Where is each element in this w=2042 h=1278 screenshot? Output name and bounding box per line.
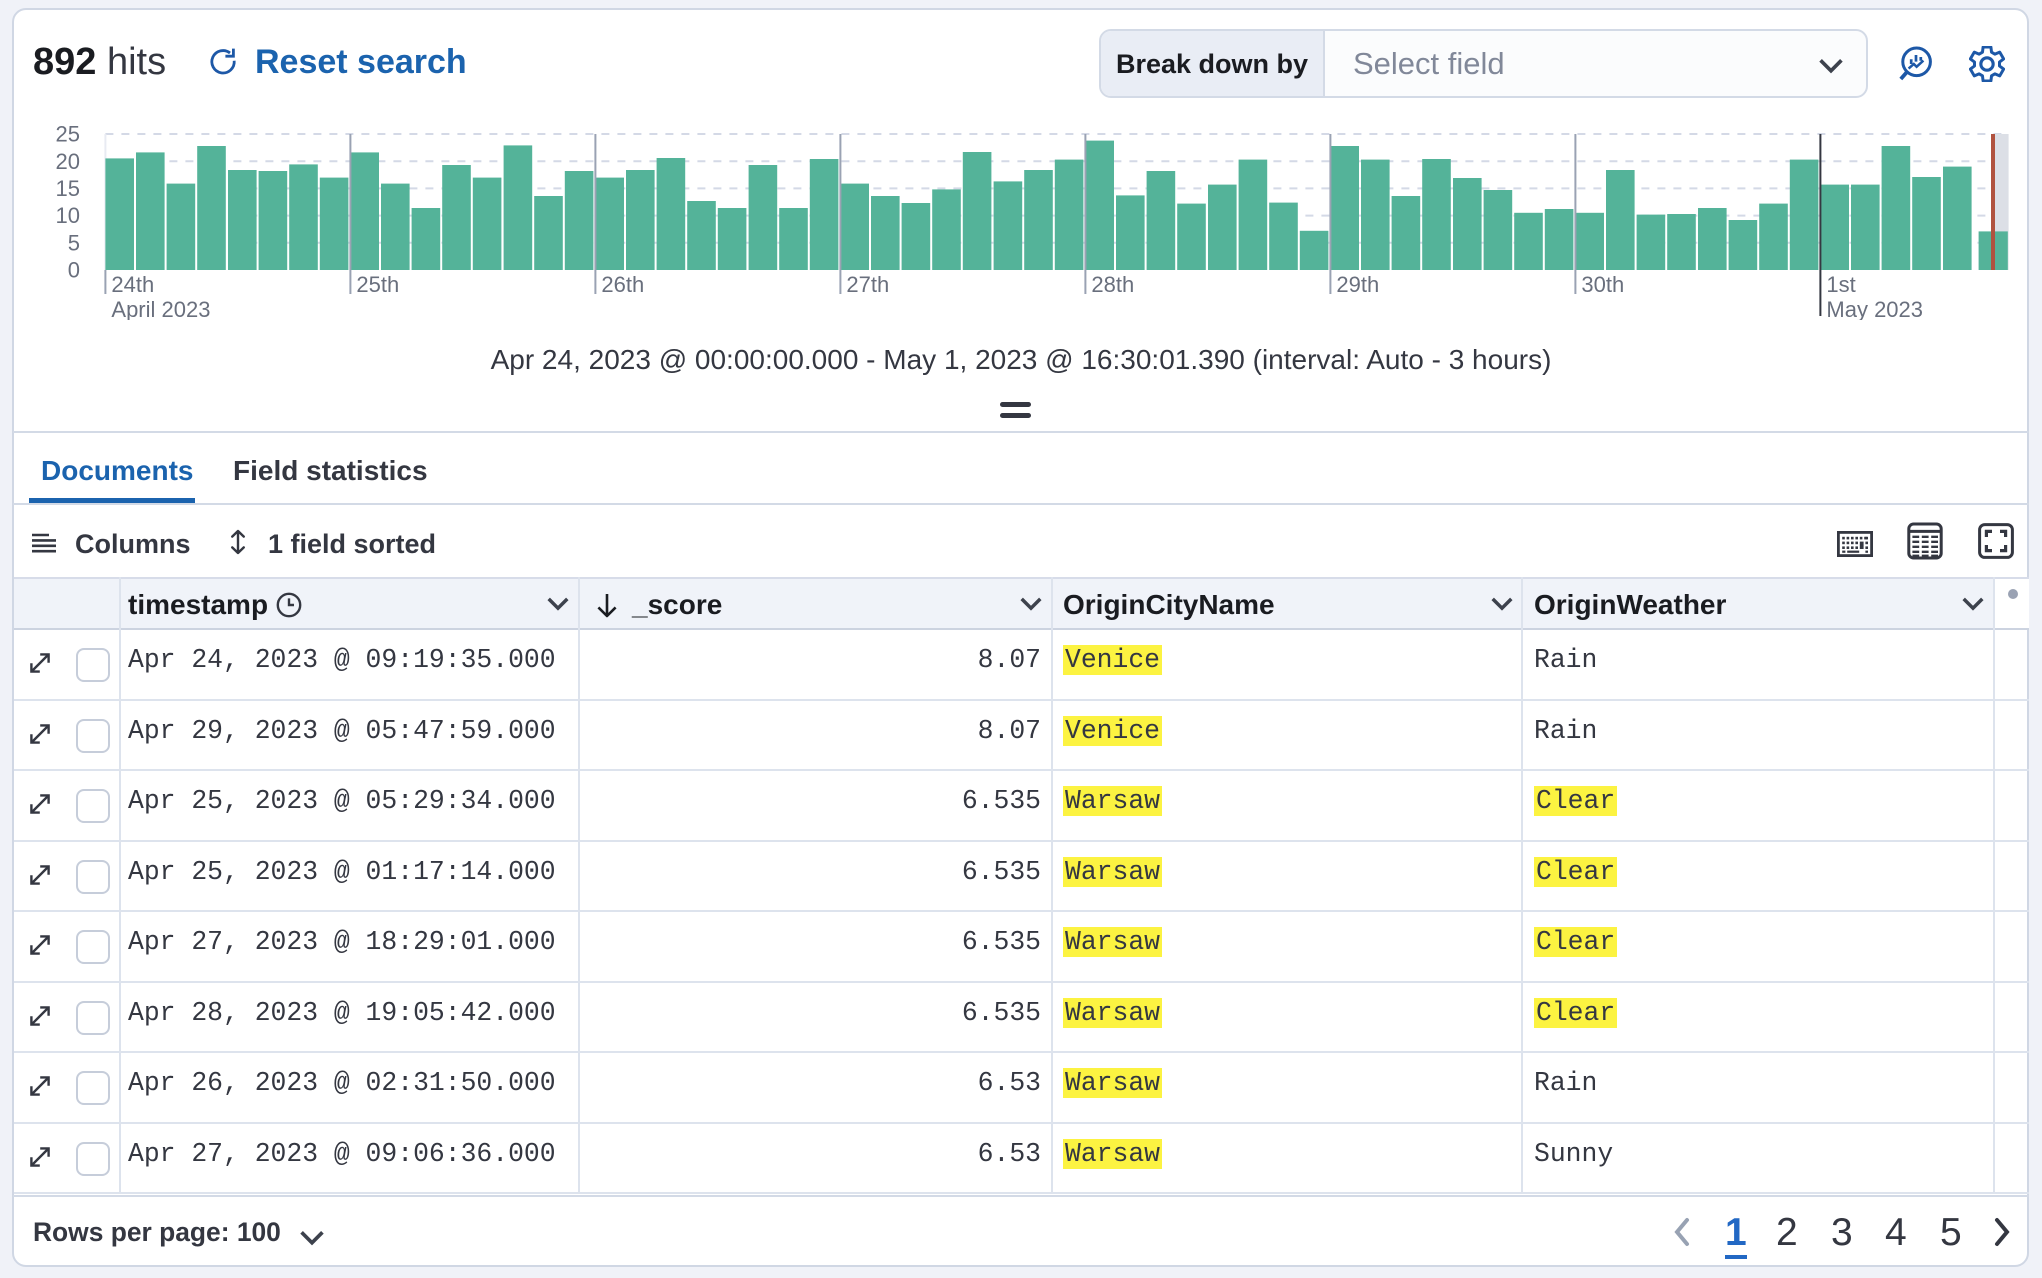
svg-text:5: 5 xyxy=(68,230,80,255)
svg-text:May 2023: May 2023 xyxy=(1826,297,1923,320)
svg-text:20: 20 xyxy=(56,149,80,174)
svg-text:10: 10 xyxy=(56,203,80,228)
svg-text:28th: 28th xyxy=(1091,272,1134,297)
svg-text:15: 15 xyxy=(56,176,80,201)
svg-text:30th: 30th xyxy=(1581,272,1624,297)
svg-text:29th: 29th xyxy=(1336,272,1379,297)
svg-text:0: 0 xyxy=(68,258,80,283)
svg-text:25th: 25th xyxy=(356,272,399,297)
svg-text:27th: 27th xyxy=(846,272,889,297)
svg-text:April 2023: April 2023 xyxy=(111,297,210,320)
svg-text:1st: 1st xyxy=(1826,272,1855,297)
svg-text:26th: 26th xyxy=(601,272,644,297)
svg-text:25: 25 xyxy=(56,122,80,147)
svg-text:24th: 24th xyxy=(111,272,154,297)
